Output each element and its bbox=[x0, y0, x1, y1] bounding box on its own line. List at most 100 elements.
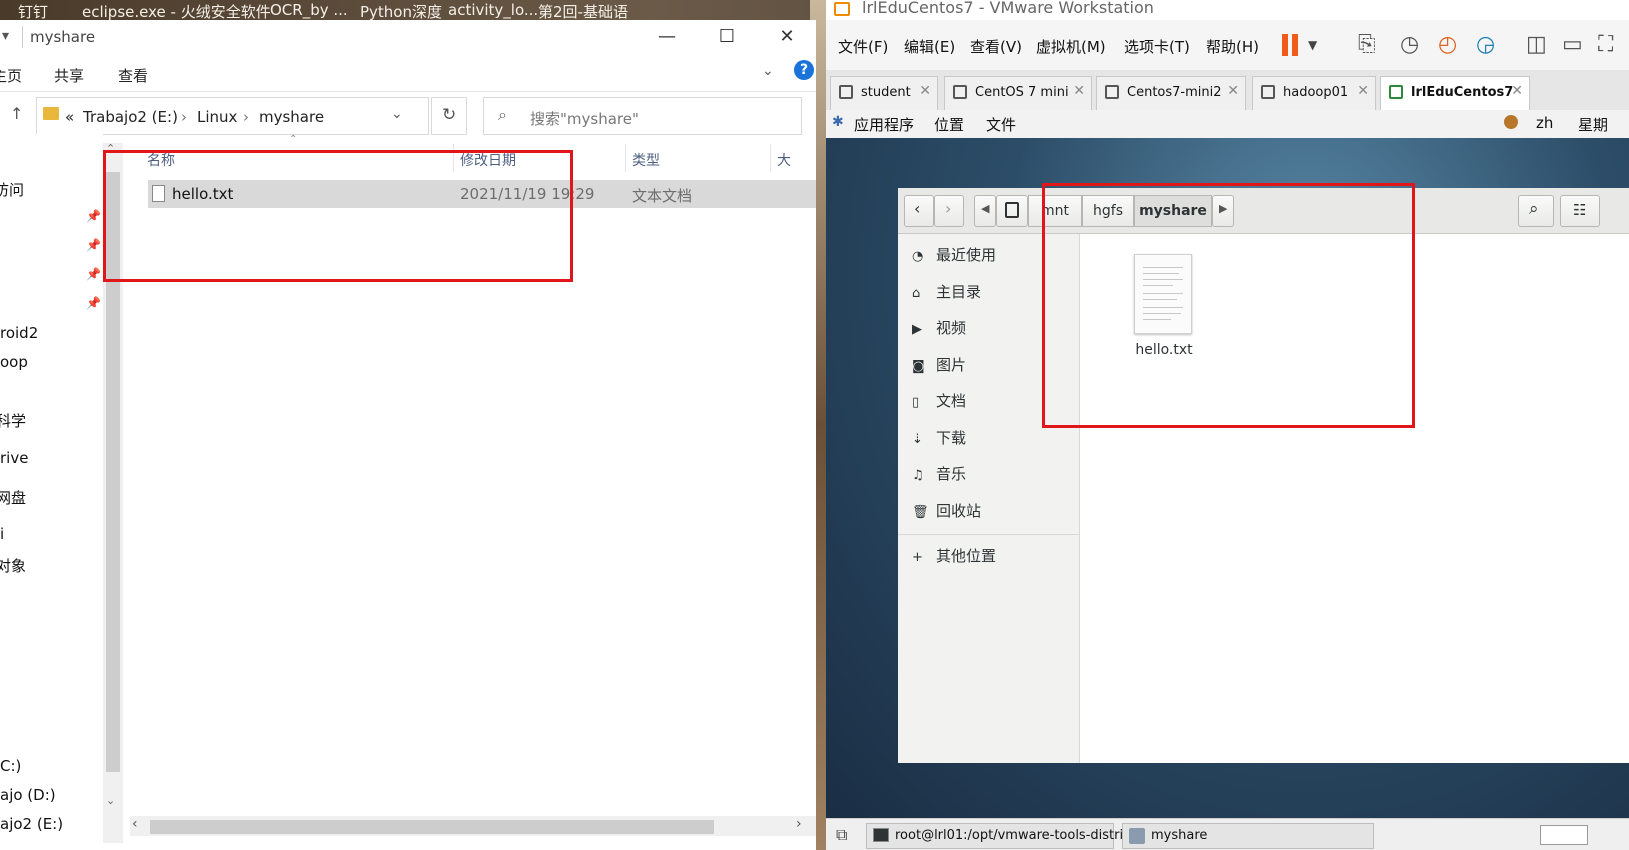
menu-edit[interactable]: 编辑(E) bbox=[904, 36, 955, 57]
taskbar-item[interactable]: eclipse.exe - 火绒安全软件 bbox=[82, 1, 271, 22]
nav-item[interactable]: oop bbox=[0, 353, 28, 371]
taskbar-item[interactable]: Python深度 bbox=[360, 1, 442, 22]
files-menu[interactable]: 文件 bbox=[986, 114, 1016, 135]
tab-view[interactable]: 查看 bbox=[118, 65, 148, 86]
snapshot-manager-icon[interactable]: ◶ bbox=[1476, 32, 1495, 57]
nav-item[interactable]: 网盘 bbox=[0, 487, 26, 508]
minimize-button[interactable]: — bbox=[644, 26, 690, 52]
vmware-menubar: 文件(F) 编辑(E) 查看(V) 虚拟机(M) 选项卡(T) 帮助(H) ▼ … bbox=[826, 20, 1629, 70]
path-scroll-left-button[interactable]: ◀ bbox=[974, 195, 996, 227]
maximize-button[interactable]: ☐ bbox=[704, 26, 750, 52]
search-button[interactable]: ⌕ bbox=[1518, 195, 1554, 227]
scroll-down-chevron-icon[interactable]: ⌄ bbox=[106, 794, 115, 807]
refresh-icon: ↻ bbox=[442, 105, 457, 125]
tab-student[interactable]: student ✕ bbox=[830, 76, 938, 110]
sidebar-item-pictures[interactable]: ◙ 图片 bbox=[912, 354, 966, 375]
nav-item[interactable]: roid2 bbox=[0, 324, 38, 342]
search-icon: ⌕ bbox=[1529, 199, 1539, 219]
nav-item[interactable]: rive bbox=[0, 449, 28, 467]
up-arrow-icon[interactable]: ↑ bbox=[10, 104, 23, 123]
menu-vm[interactable]: 虚拟机(M) bbox=[1036, 36, 1106, 57]
tab-lrleducentos7[interactable]: lrlEduCentos7 ✕ bbox=[1380, 76, 1530, 110]
drive-item[interactable]: ajo (D:) bbox=[0, 786, 56, 804]
input-method-icon[interactable] bbox=[1504, 115, 1518, 129]
menu-help[interactable]: 帮助(H) bbox=[1206, 36, 1259, 57]
menu-tabs[interactable]: 选项卡(T) bbox=[1124, 36, 1190, 57]
root-path-button[interactable] bbox=[996, 195, 1028, 227]
column-size[interactable]: 大 bbox=[777, 150, 791, 170]
language-indicator[interactable]: zh bbox=[1536, 114, 1553, 132]
drive-item[interactable]: ajo2 (E:) bbox=[0, 815, 63, 833]
library-view-icon[interactable]: ◫ bbox=[1526, 32, 1547, 57]
sidebar-item-videos[interactable]: ▶ 视频 bbox=[912, 317, 966, 338]
snapshot-icon[interactable]: ◷ bbox=[1400, 32, 1419, 57]
tab-centos7-mini[interactable]: CentOS 7 mini ✕ bbox=[944, 76, 1092, 110]
quick-access-chevron-icon[interactable]: ▾ bbox=[2, 28, 9, 44]
fullscreen-icon[interactable]: ⛶ bbox=[1598, 32, 1613, 57]
send-ctrl-alt-del-icon[interactable]: ⎘ bbox=[1358, 32, 1376, 57]
workspace-switcher[interactable] bbox=[1540, 825, 1588, 845]
sidebar-item-music[interactable]: ♫ 音乐 bbox=[912, 463, 966, 484]
tab-hadoop01[interactable]: hadoop01 ✕ bbox=[1252, 76, 1376, 110]
breadcrumb-segment[interactable]: Trabajo2 (E:) bbox=[83, 108, 178, 126]
breadcrumb-segment[interactable]: myshare bbox=[259, 108, 324, 126]
address-dropdown-chevron-icon[interactable]: ⌄ bbox=[391, 106, 403, 122]
console-view-icon[interactable]: ▭ bbox=[1562, 32, 1583, 57]
help-icon[interactable]: ? bbox=[794, 60, 814, 80]
close-icon[interactable]: ✕ bbox=[1073, 83, 1085, 99]
tab-share[interactable]: 共享 bbox=[54, 65, 84, 86]
clock[interactable]: 星期 bbox=[1578, 114, 1608, 135]
taskbar-nautilus[interactable]: myshare bbox=[1122, 823, 1374, 849]
close-icon[interactable]: ✕ bbox=[1357, 83, 1369, 99]
close-icon[interactable]: ✕ bbox=[1511, 83, 1523, 99]
revert-snapshot-icon[interactable]: ◴ bbox=[1438, 32, 1457, 57]
pause-icon[interactable] bbox=[1282, 34, 1288, 56]
taskbar-terminal[interactable]: root@lrl01:/opt/vmware-tools-distrib bbox=[866, 823, 1131, 849]
show-desktop-icon[interactable]: ⧉ bbox=[836, 825, 847, 845]
scroll-right-chevron-icon[interactable]: › bbox=[796, 816, 802, 832]
refresh-button[interactable]: ↻ bbox=[431, 97, 467, 135]
breadcrumb-segment[interactable]: Linux bbox=[197, 108, 237, 126]
taskbar-item[interactable]: activity_lo... bbox=[448, 1, 538, 19]
guest-taskbar: ⧉ root@lrl01:/opt/vmware-tools-distrib m… bbox=[826, 818, 1629, 850]
sidebar-item-trash[interactable]: 🗑 回收站 bbox=[912, 500, 981, 521]
tab-label: student bbox=[861, 85, 911, 100]
sidebar-item-home[interactable]: ⌂ 主目录 bbox=[912, 281, 981, 302]
taskbar-item[interactable]: 钉钉 bbox=[18, 1, 48, 22]
sidebar-item-other-locations[interactable]: + 其他位置 bbox=[912, 545, 996, 566]
column-divider[interactable] bbox=[770, 144, 771, 172]
file-type: 文本文档 bbox=[632, 187, 693, 205]
column-type[interactable]: 类型 bbox=[632, 150, 660, 170]
taskbar-item[interactable]: 第2回-基础语 bbox=[538, 1, 628, 22]
view-mode-button[interactable]: ☷ bbox=[1560, 195, 1600, 227]
list-view-icon: ☷ bbox=[1573, 201, 1587, 219]
nav-item[interactable]: i bbox=[0, 525, 4, 543]
applications-menu[interactable]: 应用程序 bbox=[854, 114, 914, 135]
sidebar-item-downloads[interactable]: ⇣ 下载 bbox=[912, 427, 966, 448]
power-dropdown-icon[interactable]: ▼ bbox=[1308, 38, 1317, 52]
address-bar[interactable]: « Trabajo2 (E:) › Linux › myshare ⌄ bbox=[36, 97, 429, 135]
menu-file[interactable]: 文件(F) bbox=[838, 36, 888, 57]
search-input[interactable]: ⌕ 搜索"myshare" bbox=[483, 97, 802, 135]
close-icon[interactable]: ✕ bbox=[1227, 83, 1239, 99]
menu-view[interactable]: 查看(V) bbox=[970, 36, 1022, 57]
back-button[interactable]: ‹ bbox=[904, 195, 934, 227]
scroll-left-chevron-icon[interactable]: ‹ bbox=[132, 816, 138, 832]
drive-item[interactable]: C:) bbox=[0, 757, 21, 775]
places-menu[interactable]: 位置 bbox=[934, 114, 964, 135]
address-overflow-chevron[interactable]: « bbox=[65, 108, 74, 126]
nav-item[interactable]: 对象 bbox=[0, 555, 26, 576]
nav-item[interactable]: 科学 bbox=[0, 410, 26, 431]
sidebar-item-documents[interactable]: ▯ 文档 bbox=[912, 390, 966, 411]
horizontal-scroll-thumb[interactable] bbox=[150, 820, 714, 834]
tab-home[interactable]: 主页 bbox=[0, 65, 22, 86]
sidebar-item-recent[interactable]: ◔ 最近使用 bbox=[912, 244, 996, 265]
forward-button[interactable]: › bbox=[934, 195, 964, 227]
close-button[interactable]: ✕ bbox=[764, 26, 810, 52]
close-icon[interactable]: ✕ bbox=[919, 83, 931, 99]
ribbon-expand-chevron-icon[interactable]: ⌄ bbox=[762, 63, 774, 79]
taskbar-item[interactable]: OCR_by ... bbox=[270, 1, 348, 19]
column-divider[interactable] bbox=[625, 144, 626, 172]
tab-centos7-mini2[interactable]: Centos7-mini2 ✕ bbox=[1096, 76, 1246, 110]
nav-item[interactable]: 访问 bbox=[0, 179, 24, 200]
